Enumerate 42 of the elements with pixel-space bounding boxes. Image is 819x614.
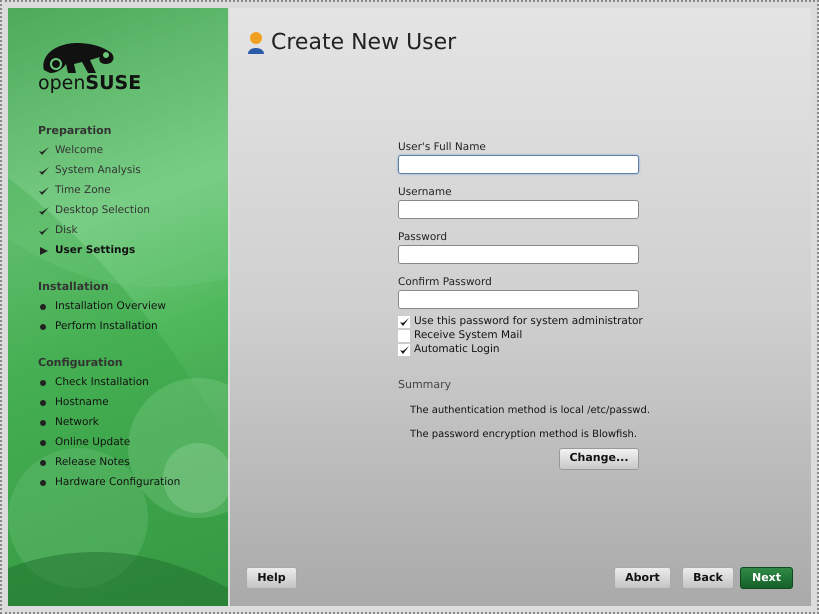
step-label: Installation Overview xyxy=(55,299,166,314)
section-heading: Preparation xyxy=(38,123,113,139)
step-label: Hardware Configuration xyxy=(55,475,180,490)
nav-button[interactable]: Back xyxy=(682,567,734,589)
input-field[interactable] xyxy=(398,200,639,219)
summary-text: The authentication method is local /etc/passwd. xyxy=(410,404,648,418)
input-field[interactable] xyxy=(398,155,639,174)
checkbox-label: Receive System Mail xyxy=(414,328,522,344)
checkbox[interactable] xyxy=(398,344,410,356)
step-label: Time Zone xyxy=(55,183,111,198)
next-button[interactable]: Next xyxy=(740,567,793,589)
field-label: Password xyxy=(398,230,448,245)
step-label: Disk xyxy=(55,223,78,238)
field-label: Username xyxy=(398,185,453,200)
step-label: Network xyxy=(55,415,99,430)
summary-text: The password encryption method is Blowfish. xyxy=(410,428,638,442)
section-heading: Configuration xyxy=(38,355,124,371)
checkbox[interactable] xyxy=(398,330,410,342)
field-label: Confirm Password xyxy=(398,275,493,290)
step-label: Check Installation xyxy=(55,375,149,390)
step-label: Perform Installation xyxy=(55,319,158,334)
checkbox-label: Use this password for system administrator xyxy=(414,314,643,330)
page-title: Create New User xyxy=(271,29,456,57)
input-field[interactable] xyxy=(398,290,639,309)
step-label: Online Update xyxy=(55,435,130,450)
field-label: User's Full Name xyxy=(398,140,487,155)
step-label: Welcome xyxy=(55,143,104,158)
summary-heading: Summary xyxy=(398,377,452,393)
step-label: System Analysis xyxy=(55,163,141,178)
logo-text: openSUSE xyxy=(38,74,142,93)
checkbox[interactable] xyxy=(398,316,410,328)
change-button[interactable]: Change... xyxy=(559,448,639,470)
user-icon xyxy=(247,30,265,54)
section-heading: Installation xyxy=(38,279,110,295)
nav-button[interactable]: Help xyxy=(246,567,297,589)
step-label: Desktop Selection xyxy=(55,203,150,218)
checkbox-label: Automatic Login xyxy=(414,342,500,358)
input-field[interactable] xyxy=(398,245,639,264)
step-label: Release Notes xyxy=(55,455,130,470)
step-label: User Settings xyxy=(55,243,136,258)
nav-button[interactable]: Abort xyxy=(614,567,671,589)
step-label: Hostname xyxy=(55,395,109,410)
